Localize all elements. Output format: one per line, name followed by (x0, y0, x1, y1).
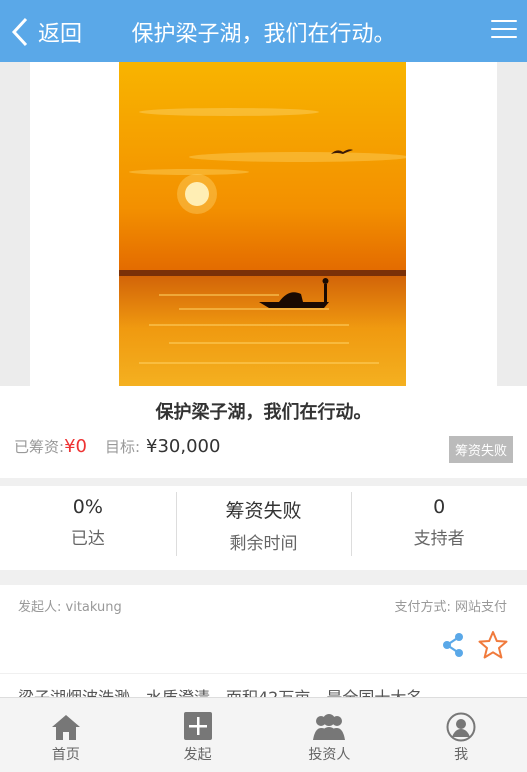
payment-method-text: 支付方式: 网站支付 (394, 600, 507, 615)
stat-value: 0% (72, 496, 103, 518)
project-info-card: 发起人: vitakung 支付方式: 网站支付 (0, 585, 527, 673)
raised-label: 已筹资: (14, 438, 65, 456)
funding-row: 已筹资: ¥0 目标: ¥30,000 (14, 436, 220, 457)
target-label: 目标: (104, 438, 141, 456)
stat-label: 剩余时间 (229, 534, 298, 554)
stat-supporters: 0 支持者 (351, 486, 527, 570)
top-nav-bar: 返回 保护梁子湖，我们在行动。 (0, 0, 527, 62)
stat-value: 筹资失败 (225, 500, 302, 522)
stat-remaining-time: 筹资失败 剩余时间 (175, 486, 352, 570)
home-icon (51, 715, 80, 740)
tab-create[interactable]: 发起 (132, 698, 264, 772)
favorite-star-icon[interactable] (478, 630, 508, 660)
sunset-lake-image (119, 62, 406, 386)
tab-label: 发起 (183, 747, 212, 763)
tab-label: 首页 (51, 747, 80, 763)
user-icon (446, 712, 476, 742)
project-image-area (0, 62, 527, 386)
tab-label: 我 (454, 747, 469, 763)
status-badge: 筹资失败 (448, 436, 513, 463)
hamburger-menu-icon[interactable] (491, 20, 517, 42)
target-value: ¥30,000 (146, 436, 221, 457)
plus-icon (183, 712, 212, 740)
stat-label: 支持者 (413, 529, 465, 549)
stat-label: 已达 (70, 529, 105, 549)
initiator-text: 发起人: vitakung (18, 600, 122, 615)
stats-row: 0% 已达 筹资失败 剩余时间 0 支持者 (0, 486, 527, 570)
project-summary-card: 保护梁子湖，我们在行动。 已筹资: ¥0 目标: ¥30,000 筹资失败 (0, 386, 527, 478)
project-title: 保护梁子湖，我们在行动。 (155, 402, 372, 423)
raised-value: ¥0 (64, 436, 87, 457)
bottom-tab-bar: 首页 发起 投资人 我 (0, 697, 527, 772)
page-title: 保护梁子湖，我们在行动。 (131, 22, 396, 47)
tab-me[interactable]: 我 (395, 698, 527, 772)
stat-value: 0 (433, 496, 446, 518)
tab-home[interactable]: 首页 (0, 698, 132, 772)
tab-label: 投资人 (308, 747, 351, 763)
stat-progress: 0% 已达 (0, 486, 176, 570)
tab-investors[interactable]: 投资人 (264, 698, 396, 772)
share-icon[interactable] (440, 632, 466, 658)
investors-icon (313, 714, 346, 740)
